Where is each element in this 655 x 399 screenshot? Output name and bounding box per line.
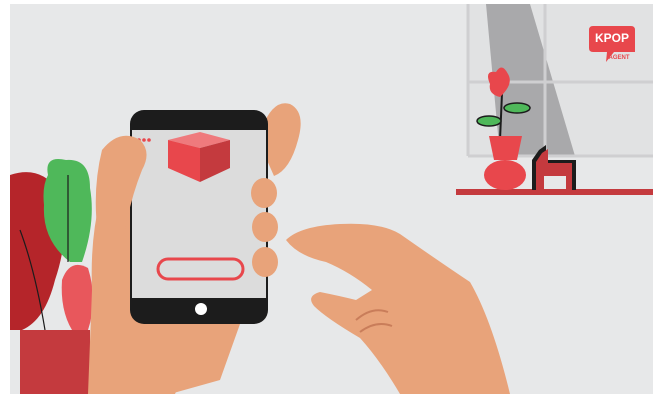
smartphone <box>130 110 268 324</box>
logo-line1: KPOP <box>595 31 629 45</box>
logo-line2: AGENT <box>609 55 630 61</box>
finger-2 <box>252 212 278 242</box>
home-button[interactable] <box>195 303 207 315</box>
illustration-scene: KPOP AGENT <box>0 0 655 399</box>
plant-pot <box>20 330 90 394</box>
finger-1 <box>251 178 277 208</box>
left-plants <box>10 159 93 394</box>
finger-3 <box>252 247 278 277</box>
shelf <box>456 189 653 195</box>
